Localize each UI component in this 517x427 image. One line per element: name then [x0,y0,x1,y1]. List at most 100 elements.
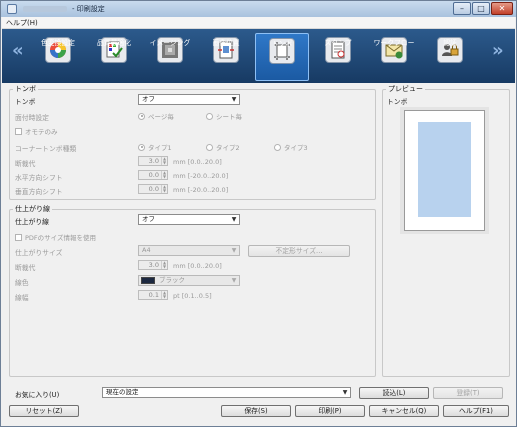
vertical-shift-value: 0.0 [148,185,159,193]
bleed-spinner[interactable]: 3.0 ▲ ▼ [138,156,168,166]
chevron-down-icon: ▼ [231,277,237,284]
register-button[interactable]: 登録(T) [433,387,503,399]
horizontal-shift-label: 水平方向シフト [15,174,63,182]
custom-size-button[interactable]: 不定形サイズ... [248,245,350,257]
spinner-arrows-icon[interactable]: ▲ ▼ [161,291,167,299]
trim-marks-select[interactable]: オフ ▼ [138,94,240,105]
checkbox-box [15,127,22,135]
tool-auth[interactable]: 認証 [423,33,477,81]
horizontal-shift-spinner[interactable]: 0.0 ▲ ▼ [138,170,168,180]
window-title: - 印刷設定 [72,5,105,13]
save-button[interactable]: 保存(S) [221,405,291,417]
front-only-checkbox[interactable]: オモテのみ [15,126,58,136]
help-button[interactable]: ヘルプ(F1) [443,405,509,417]
corner-type2-radio[interactable]: タイプ2 [206,142,240,152]
scroll-left-arrow-icon[interactable]: « [12,41,24,61]
finish-bleed-spinner[interactable]: 3.0 ▲ ▼ [138,260,168,270]
title-bar: - 印刷設定 [1,1,516,17]
radio-label: シート毎 [216,113,242,121]
color-swatch [141,277,155,284]
finish-line-select[interactable]: オフ ▼ [138,214,240,225]
favorites-label: お気に入り(U) [15,391,60,399]
tool-stamp[interactable]: スタンプ [311,33,365,81]
checkbox-label: PDFのサイズ情報を使用 [25,234,96,242]
corner-type-label: コーナートンボ種類 [15,145,77,153]
checkbox-label: オモテのみ [25,128,58,136]
radio-dot [206,112,213,120]
maximize-button[interactable]: □ [472,2,490,15]
vertical-shift-spinner[interactable]: 0.0 ▲ ▼ [138,184,168,194]
app-icon [7,4,17,14]
chevron-down-icon: ▼ [231,216,237,223]
finish-line-group-title: 仕上がり線 [13,204,52,214]
favorites-select[interactable]: 現在の設定 ▼ [102,387,351,398]
tool-quality[interactable]: 品質最適化 [87,33,141,81]
radio-label: ページ毎 [148,113,174,121]
line-color-label: 線色 [15,279,29,287]
vertical-shift-label: 垂直方向シフト [15,188,63,196]
preview-image-area [418,122,471,217]
tool-workflow[interactable]: ワークフロー [367,33,421,81]
radio-dot [138,112,145,120]
corner-type3-radio[interactable]: タイプ3 [274,142,308,152]
line-width-label: 線幅 [15,294,29,302]
tool-label: トンボ [271,40,293,48]
cancel-button[interactable]: キャンセル(Q) [369,405,439,417]
reset-button[interactable]: リセット(Z) [9,405,79,417]
tool-label: 画像位置 [212,39,240,47]
finish-bleed-label: 断裁代 [15,264,36,272]
tool-trim-marks[interactable]: トンボ [255,33,309,81]
radio-label: タイプ2 [216,144,240,152]
spinner-arrows-icon[interactable]: ▲ ▼ [161,185,167,193]
preview-group-title: プレビュー [386,84,425,94]
spinner-arrows-icon[interactable]: ▲ ▼ [161,171,167,179]
spinner-arrows-icon[interactable]: ▲ ▼ [161,261,167,269]
line-color-select[interactable]: ブラック ▼ [138,275,240,286]
use-pdf-size-checkbox[interactable]: PDFのサイズ情報を使用 [15,232,96,242]
function-toolbar: « 色変換設定 品質最適化 イメージング 画像位置 トンボ スタンプ ワークフロ… [2,29,515,83]
line-width-unit: pt [0.1..0.5] [173,292,212,300]
finish-size-select[interactable]: A4 ▼ [138,245,240,256]
chevron-down-icon: ▼ [342,389,348,396]
face-per-page-radio[interactable]: ページ毎 [138,111,174,121]
close-button[interactable]: ✕ [491,2,513,15]
preview-label: トンボ [387,98,408,106]
trim-marks-value: オフ [142,95,155,103]
horizontal-shift-unit: mm [-20.0..20.0] [173,172,229,180]
finish-line-value: オフ [142,215,155,223]
checkbox-box [15,233,22,241]
finish-line-label: 仕上がり線 [15,218,49,226]
tool-label: ワークフロー [373,39,415,47]
tool-label: イメージング [149,39,191,47]
finish-size-value: A4 [142,246,151,254]
tool-imaging[interactable]: イメージング [143,33,197,81]
menu-help[interactable]: ヘルプ(H) [6,19,38,27]
minimize-button[interactable]: – [453,2,471,15]
tool-image-position[interactable]: 画像位置 [199,33,253,81]
face-per-sheet-radio[interactable]: シート毎 [206,111,242,121]
horizontal-shift-value: 0.0 [148,171,159,179]
line-color-value: ブラック [159,276,185,284]
radio-dot [138,143,145,151]
load-button[interactable]: 読込(L) [359,387,429,399]
line-width-value: 0.1 [148,291,159,299]
radio-label: タイプ3 [284,144,308,152]
vertical-shift-unit: mm [-20.0..20.0] [173,186,229,194]
spinner-arrows-icon[interactable]: ▲ ▼ [161,157,167,165]
trim-marks-label: トンボ [15,98,36,106]
scroll-right-arrow-icon[interactable]: » [492,41,504,61]
line-width-spinner[interactable]: 0.1 ▲ ▼ [138,290,168,300]
finish-bleed-unit: mm [0.0..20.0] [173,262,222,270]
tool-color-conversion[interactable]: 色変換設定 [31,33,85,81]
title-obscured [23,6,67,12]
bleed-label: 断裁代 [15,160,36,168]
tool-label: スタンプ [324,39,352,47]
radio-label: タイプ1 [148,144,172,152]
tool-label: 色変換設定 [41,39,75,47]
tool-label: 認証 [443,39,457,47]
print-button[interactable]: 印刷(P) [295,405,365,417]
corner-type1-radio[interactable]: タイプ1 [138,142,172,152]
chevron-down-icon: ▼ [231,247,237,254]
print-settings-window: - 印刷設定 – □ ✕ ヘルプ(H) « 色変換設定 品質最適化 イメージング [0,0,517,427]
finish-bleed-value: 3.0 [148,261,159,269]
